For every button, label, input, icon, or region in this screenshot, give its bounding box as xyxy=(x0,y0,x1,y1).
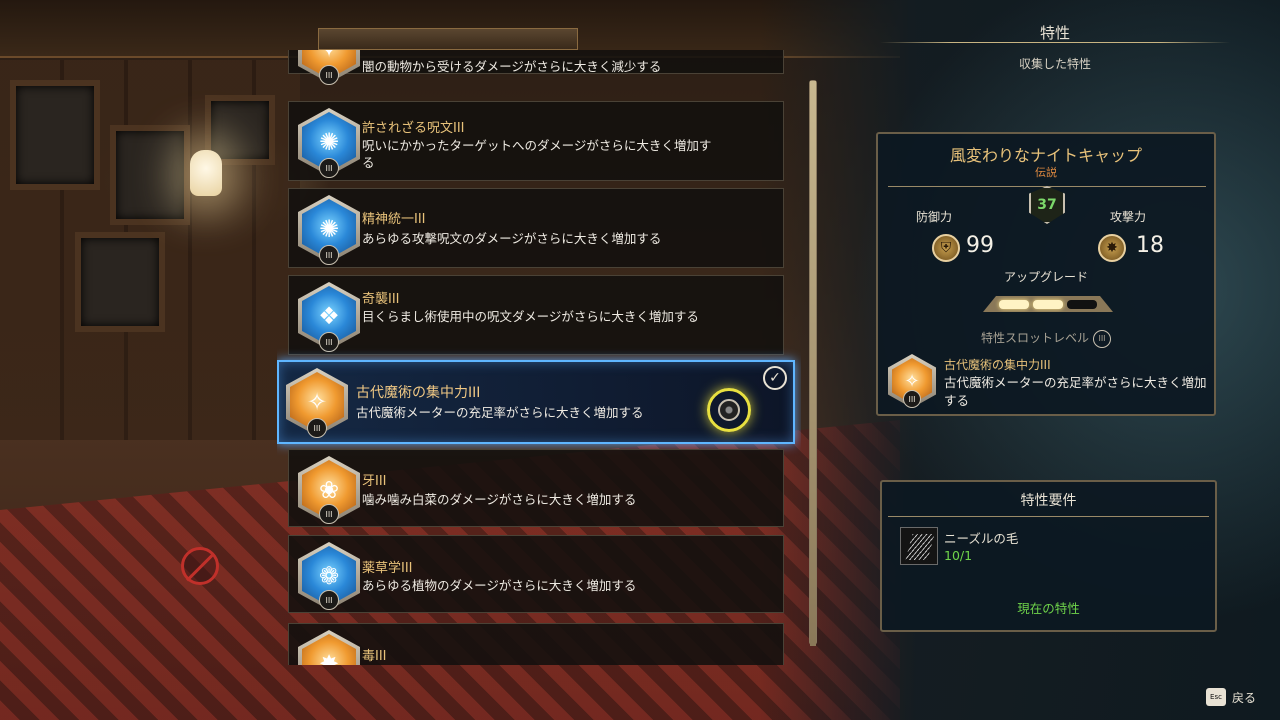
page-subtitle: 収集した特性 xyxy=(1018,57,1091,71)
upgrade-pip xyxy=(999,299,1029,309)
trait-list-scrollbar[interactable] xyxy=(809,80,817,646)
trait-row[interactable]: ✺ III 許されざる呪文III 呪いにかかったターゲットへのダメージがさらに大… xyxy=(288,101,784,181)
attack-label: 攻撃力 xyxy=(1110,210,1147,224)
trait-list[interactable]: ✦ III 闇の動物から受けるダメージがさらに大きく減少する ✺ III 許され… xyxy=(277,50,801,665)
tier-badge: III xyxy=(903,390,921,408)
no-hint-icon xyxy=(181,547,219,585)
trait-requirements-card: 特性要件 ニーズルの毛 10/1 現在の特性 xyxy=(880,480,1217,632)
trait-slot-label: 特性スロットレベル xyxy=(980,331,1089,345)
tier-badge: III xyxy=(1093,329,1111,348)
trait-row[interactable]: ✸ 毒III xyxy=(288,623,784,665)
upgrade-progress xyxy=(983,296,1113,312)
trait-description: 呪いにかかったターゲットへのダメージがさらに大きく増加する xyxy=(362,138,712,170)
back-label: 戻る xyxy=(1232,690,1257,705)
attack-value: 18 xyxy=(1136,233,1164,258)
trait-row-selected[interactable]: ✧ III 古代魔術の集中力III 古代魔術メーターの充足率がさらに大きく増加す… xyxy=(277,360,795,444)
gear-level-badge: 37 xyxy=(1029,186,1065,224)
painting-frame xyxy=(10,80,100,190)
trait-name: 奇襲III xyxy=(362,292,400,307)
divider xyxy=(888,516,1209,517)
ceiling-plaque xyxy=(318,28,578,50)
tier-badge: III xyxy=(307,418,327,438)
painting-frame xyxy=(110,125,190,225)
equip-target-icon[interactable] xyxy=(707,388,751,432)
equipped-trait-name: 古代魔術の集中力III xyxy=(944,358,1051,372)
divider xyxy=(880,42,1230,43)
trait-name: 古代魔術の集中力III xyxy=(356,385,481,401)
tier-badge: III xyxy=(319,65,339,85)
upgrade-pip xyxy=(1033,299,1063,309)
trait-row[interactable]: ❖ III 奇襲III 目くらまし術使用中の呪文ダメージがさらに大きく増加する xyxy=(288,275,784,355)
niffler-fur-icon xyxy=(900,527,938,565)
defense-value: 99 xyxy=(966,233,994,258)
gear-rarity: 伝説 xyxy=(1035,166,1057,179)
trait-name: 牙III xyxy=(362,474,387,489)
trait-row[interactable]: ✺ III 精神統一III あらゆる攻撃呪文のダメージがさらに大きく増加する xyxy=(288,188,784,268)
checkmark-icon: ✓ xyxy=(763,366,787,390)
tier-badge: III xyxy=(319,504,339,524)
attack-star-icon: ✸ xyxy=(1098,234,1126,262)
defense-label: 防御力 xyxy=(916,210,953,224)
trait-name: 毒III xyxy=(362,649,387,664)
material-name: ニーズルの毛 xyxy=(944,531,1019,546)
trait-row[interactable]: ❁ III 薬草学III あらゆる植物のダメージがさらに大きく増加する xyxy=(288,535,784,613)
trait-description: あらゆる植物のダメージがさらに大きく増加する xyxy=(362,578,637,593)
tier-badge: III xyxy=(319,590,339,610)
panel-header: 特性 収集した特性 xyxy=(880,22,1230,72)
scroll-thumb[interactable] xyxy=(810,81,816,646)
gear-name: 風変わりなナイトキャップ xyxy=(949,146,1142,165)
current-trait-status: 現在の特性 xyxy=(1017,601,1080,616)
trait-row[interactable]: ❀ III 牙III 噛み噛み白菜のダメージがさらに大きく増加する xyxy=(288,449,784,527)
equipped-trait-description: 古代魔術メーターの充足率がさらに大きく増加する xyxy=(944,375,1207,408)
upgrade-pip xyxy=(1067,299,1097,309)
shield-icon: ⛨ xyxy=(932,234,960,262)
page-title: 特性 xyxy=(1039,24,1070,42)
trait-name: 許されざる呪文III xyxy=(362,121,465,136)
trait-description: あらゆる攻撃呪文のダメージがさらに大きく増加する xyxy=(362,231,662,246)
trait-description: 古代魔術メーターの充足率がさらに大きく増加する xyxy=(356,405,644,420)
requirements-title: 特性要件 xyxy=(1020,493,1077,509)
trait-description: 闇の動物から受けるダメージがさらに大きく減少する xyxy=(362,59,662,74)
trait-row[interactable]: ✦ III 闇の動物から受けるダメージがさらに大きく減少する xyxy=(288,50,784,85)
tier-badge: III xyxy=(319,332,339,352)
esc-key-icon: Esc xyxy=(1206,688,1226,706)
wall-lamp xyxy=(190,150,222,196)
tier-badge: III xyxy=(319,245,339,265)
back-button[interactable]: Esc 戻る xyxy=(1206,688,1256,706)
trait-description: 噛み噛み白菜のダメージがさらに大きく増加する xyxy=(362,492,637,507)
upgrade-label: アップグレード xyxy=(1003,270,1088,284)
material-count: 10/1 xyxy=(944,548,973,563)
gear-info-card: 風変わりなナイトキャップ 伝説 37 防御力 ⛨ 99 攻撃力 ✸ 18 アップ… xyxy=(876,132,1216,416)
poison-trait-icon: ✸ xyxy=(302,634,356,665)
trait-slot-level: 特性スロットレベル III xyxy=(878,329,1214,348)
painting-frame xyxy=(75,232,165,332)
trait-name: 精神統一III xyxy=(362,212,426,227)
tier-badge: III xyxy=(319,158,339,178)
trait-description: 目くらまし術使用中の呪文ダメージがさらに大きく増加する xyxy=(362,309,699,324)
trait-name: 薬草学III xyxy=(362,561,413,576)
